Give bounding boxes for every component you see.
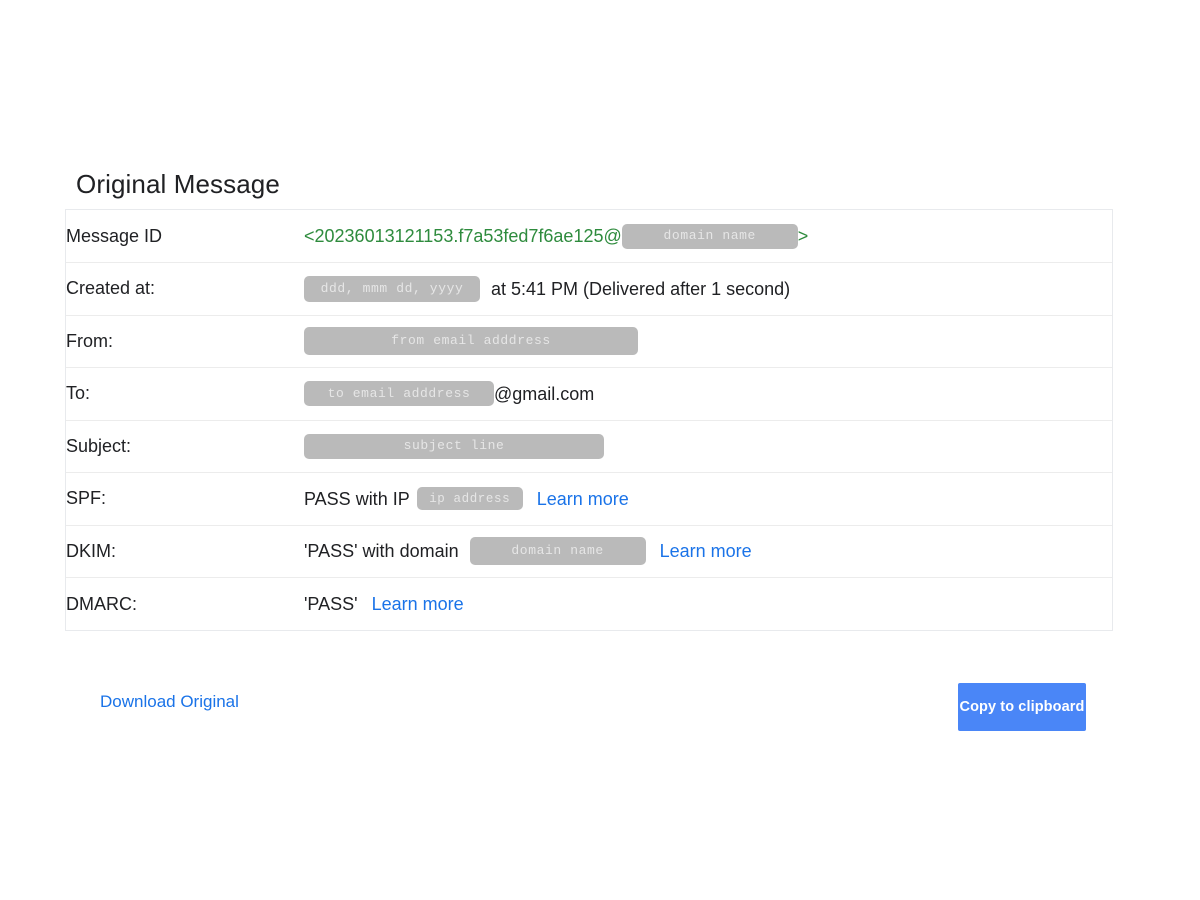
row-value-created-at: ddd, mmm dd, yyyy at 5:41 PM (Delivered …	[304, 263, 1112, 316]
redaction-date: ddd, mmm dd, yyyy	[304, 276, 480, 302]
table-row: Message ID <20236013121153.f7a53fed7f6ae…	[66, 210, 1112, 263]
redaction-from-email-address: from email adddress	[304, 327, 638, 355]
row-value-to: to email adddress @gmail.com	[304, 368, 1112, 421]
spf-status-text: PASS with IP	[304, 487, 410, 511]
original-message-page: Original Message Message ID <20236013121…	[0, 0, 1200, 900]
to-value: to email adddress @gmail.com	[304, 381, 1112, 406]
dmarc-learn-more-link[interactable]: Learn more	[372, 592, 464, 616]
row-value-message-id: <20236013121153.f7a53fed7f6ae125@ domain…	[304, 210, 1112, 263]
message-id-prefix: <20236013121153.f7a53fed7f6ae125@	[304, 224, 622, 248]
created-at-value: ddd, mmm dd, yyyy at 5:41 PM (Delivered …	[304, 276, 1112, 302]
row-label-dmarc: DMARC:	[66, 578, 304, 631]
table-row: To: to email adddress @gmail.com	[66, 368, 1112, 421]
row-value-spf: PASS with IP ip address Learn more	[304, 473, 1112, 526]
redaction-ip-address: ip address	[417, 487, 523, 510]
redaction-domain-name: domain name	[622, 224, 798, 249]
message-id-value: <20236013121153.f7a53fed7f6ae125@ domain…	[304, 224, 1112, 249]
dkim-status-text: 'PASS' with domain	[304, 539, 459, 563]
from-value: from email adddress	[304, 327, 1112, 355]
table-row: Created at: ddd, mmm dd, yyyy at 5:41 PM…	[66, 263, 1112, 316]
dkim-value: 'PASS' with domain domain name Learn mor…	[304, 537, 1112, 565]
row-label-subject: Subject:	[66, 420, 304, 473]
dmarc-value: 'PASS' Learn more	[304, 592, 1112, 616]
row-label-created-at: Created at:	[66, 263, 304, 316]
table-row: SPF: PASS with IP ip address Learn more	[66, 473, 1112, 526]
page-title: Original Message	[76, 167, 280, 201]
message-details-table: Message ID <20236013121153.f7a53fed7f6ae…	[65, 209, 1113, 631]
redaction-to-email-address: to email adddress	[304, 381, 494, 406]
to-domain-suffix: @gmail.com	[494, 382, 594, 406]
table-row: DMARC: 'PASS' Learn more	[66, 578, 1112, 631]
dmarc-status-text: 'PASS'	[304, 592, 358, 616]
copy-to-clipboard-button[interactable]: Copy to clipboard	[958, 683, 1086, 731]
spf-value: PASS with IP ip address Learn more	[304, 487, 1112, 511]
dkim-learn-more-link[interactable]: Learn more	[660, 539, 752, 563]
spf-learn-more-link[interactable]: Learn more	[537, 487, 629, 511]
row-value-dkim: 'PASS' with domain domain name Learn mor…	[304, 525, 1112, 578]
redaction-subject-line: subject line	[304, 434, 604, 459]
subject-value: subject line	[304, 434, 1112, 459]
created-at-text: at 5:41 PM (Delivered after 1 second)	[491, 277, 790, 301]
redaction-dkim-domain-name: domain name	[470, 537, 646, 565]
row-label-dkim: DKIM:	[66, 525, 304, 578]
row-value-subject: subject line	[304, 420, 1112, 473]
row-value-from: from email adddress	[304, 315, 1112, 368]
row-label-spf: SPF:	[66, 473, 304, 526]
table-row: DKIM: 'PASS' with domain domain name Lea…	[66, 525, 1112, 578]
table-row: Subject: subject line	[66, 420, 1112, 473]
footer-actions: Download Original Copy to clipboard	[65, 680, 1113, 736]
message-id-suffix: >	[798, 224, 809, 248]
row-label-to: To:	[66, 368, 304, 421]
row-label-from: From:	[66, 315, 304, 368]
download-original-link[interactable]: Download Original	[100, 692, 239, 712]
row-label-message-id: Message ID	[66, 210, 304, 263]
table-row: From: from email adddress	[66, 315, 1112, 368]
row-value-dmarc: 'PASS' Learn more	[304, 578, 1112, 631]
